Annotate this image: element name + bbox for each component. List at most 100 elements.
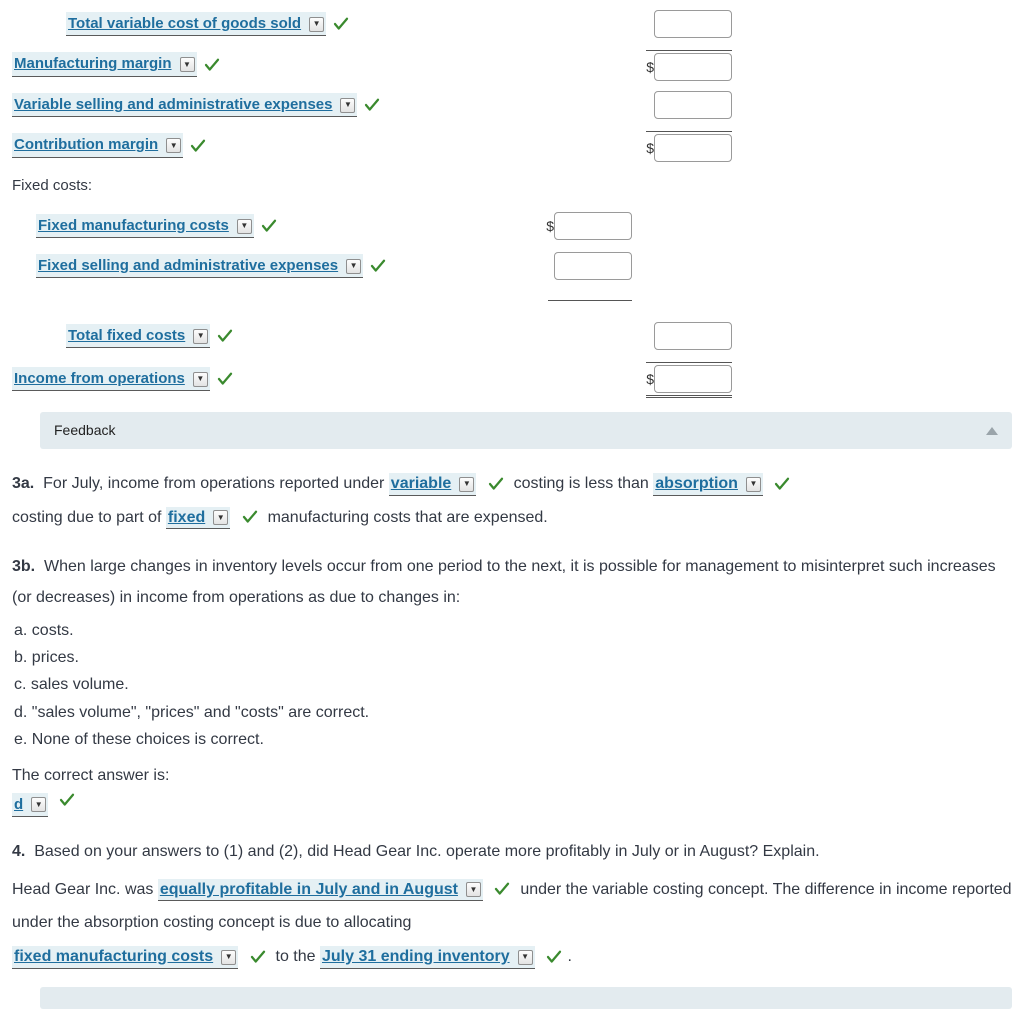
dd-mfg-margin[interactable]: Manufacturing margin ▼	[12, 52, 197, 77]
dd-3a-2[interactable]: absorption▼	[653, 473, 763, 496]
dd-label: Manufacturing margin	[14, 53, 176, 76]
chevron-down-icon: ▼	[237, 219, 252, 234]
dd-3a-1[interactable]: variable▼	[389, 473, 476, 496]
chevron-down-icon: ▼	[746, 477, 761, 492]
check-icon	[203, 56, 221, 74]
chevron-down-icon: ▼	[166, 138, 181, 153]
q4-t4: .	[568, 948, 572, 965]
amt-fixed-mfg[interactable]	[554, 212, 632, 240]
q3a-t4: manufacturing costs that are expensed.	[268, 509, 548, 526]
check-icon	[216, 370, 234, 388]
dollar-sign: $	[646, 57, 654, 78]
chevron-down-icon: ▼	[221, 950, 236, 965]
feedback-label: Feedback	[54, 420, 115, 441]
check-icon	[216, 327, 234, 345]
dd-income-ops[interactable]: Income from operations ▼	[12, 367, 210, 392]
row-contribution-margin: Contribution margin ▼ $	[12, 129, 1012, 162]
check-icon	[369, 257, 387, 275]
check-icon	[487, 475, 505, 493]
row-fixed-heading: Fixed costs:	[12, 170, 1012, 202]
q3a-t3: costing due to part of	[12, 509, 161, 526]
q3b-prefix: 3b.	[12, 558, 35, 575]
dd-label: Contribution margin	[14, 134, 162, 157]
row-fixed-sell-admin: Fixed selling and administrative expense…	[12, 250, 1012, 282]
dd-fixed-mfg-costs[interactable]: Fixed manufacturing costs ▼	[36, 214, 254, 239]
chevron-down-icon: ▼	[340, 98, 355, 113]
q3b-opt-c: c. sales volume.	[14, 671, 1012, 698]
dd-label: Fixed manufacturing costs	[38, 215, 233, 238]
chevron-down-icon: ▼	[193, 372, 208, 387]
row-total-var-cogs: Total variable cost of goods sold ▼	[12, 8, 1012, 40]
collapse-icon	[986, 427, 998, 435]
amt-mfg-margin[interactable]	[654, 53, 732, 81]
chevron-down-icon: ▼	[518, 950, 533, 965]
chevron-down-icon: ▼	[309, 17, 324, 32]
income-statement-table: Total variable cost of goods sold ▼ Manu…	[12, 8, 1012, 398]
dd-label: Variable selling and administrative expe…	[14, 94, 336, 117]
check-icon	[189, 137, 207, 155]
chevron-down-icon: ▼	[346, 259, 361, 274]
amt-total-fixed[interactable]	[654, 322, 732, 350]
q3a-t2: costing is less than	[514, 475, 649, 492]
amt-var-sell-admin[interactable]	[654, 91, 732, 119]
row-fixed-mfg-costs: Fixed manufacturing costs ▼ $	[12, 210, 1012, 242]
chevron-down-icon: ▼	[213, 510, 228, 525]
q4-t1: Head Gear Inc. was	[12, 881, 153, 898]
amt-fixed-sell-admin[interactable]	[554, 252, 632, 280]
q3b-options: a. costs. b. prices. c. sales volume. d.…	[14, 617, 1012, 753]
dd-total-var-cogs[interactable]: Total variable cost of goods sold ▼	[66, 12, 326, 37]
dollar-sign: $	[546, 216, 554, 237]
dd-4-1[interactable]: equally profitable in July and in August…	[158, 879, 483, 902]
q3b-opt-a: a. costs.	[14, 617, 1012, 644]
amt-total-var-cogs[interactable]	[654, 10, 732, 38]
dd-3a-3[interactable]: fixed▼	[166, 507, 230, 530]
q3b-opt-e: e. None of these choices is correct.	[14, 726, 1012, 753]
q3a-prefix: 3a.	[12, 475, 34, 492]
check-icon	[332, 15, 350, 33]
q3b-opt-d: d. "sales volume", "prices" and "costs" …	[14, 699, 1012, 726]
q3b-opt-b: b. prices.	[14, 644, 1012, 671]
q4-t3: to the	[276, 948, 316, 965]
q3b-prompt: When large changes in inventory levels o…	[12, 558, 996, 605]
check-icon	[363, 96, 381, 114]
check-icon	[773, 475, 791, 493]
dd-3b-answer[interactable]: d▼	[12, 793, 48, 818]
amt-income-ops[interactable]	[654, 365, 732, 393]
chevron-down-icon: ▼	[193, 329, 208, 344]
feedback-bar[interactable]: Feedback	[40, 412, 1012, 449]
check-icon	[493, 880, 511, 898]
q3b-answer-label: The correct answer is:	[12, 759, 1012, 793]
q4-prompt: Based on your answers to (1) and (2), di…	[34, 843, 819, 860]
check-icon	[249, 948, 267, 966]
row-var-sell-admin: Variable selling and administrative expe…	[12, 89, 1012, 121]
dd-total-fixed[interactable]: Total fixed costs ▼	[66, 324, 210, 349]
dd-label: Total fixed costs	[68, 325, 189, 348]
chevron-down-icon: ▼	[466, 882, 481, 897]
row-mfg-margin: Manufacturing margin ▼ $	[12, 48, 1012, 81]
dollar-sign: $	[646, 138, 654, 159]
amt-contribution-margin[interactable]	[654, 134, 732, 162]
row-income-ops: Income from operations ▼ $	[12, 360, 1012, 398]
question-4: 4. Based on your answers to (1) and (2),…	[12, 835, 1012, 869]
dd-label: Fixed selling and administrative expense…	[38, 255, 342, 278]
q3a-t1: For July, income from operations reporte…	[43, 475, 384, 492]
check-icon	[545, 948, 563, 966]
check-icon	[58, 791, 76, 809]
dollar-sign: $	[646, 369, 654, 390]
dd-label: Income from operations	[14, 368, 189, 391]
question-3a: 3a. For July, income from operations rep…	[12, 467, 1012, 534]
row-total-fixed: Total fixed costs ▼	[12, 320, 1012, 352]
check-icon	[241, 508, 259, 526]
dd-4-2[interactable]: fixed manufacturing costs▼	[12, 946, 238, 969]
bottom-feedback-bar[interactable]	[40, 987, 1012, 1009]
chevron-down-icon: ▼	[459, 477, 474, 492]
question-3b: 3b. When large changes in inventory leve…	[12, 552, 1012, 613]
dd-fixed-sell-admin[interactable]: Fixed selling and administrative expense…	[36, 254, 363, 279]
q4-prefix: 4.	[12, 843, 25, 860]
fixed-costs-heading: Fixed costs:	[12, 175, 92, 198]
dd-4-3[interactable]: July 31 ending inventory▼	[320, 946, 535, 969]
dd-var-sell-admin[interactable]: Variable selling and administrative expe…	[12, 93, 357, 118]
dd-label: Total variable cost of goods sold	[68, 13, 305, 36]
dd-contribution-margin[interactable]: Contribution margin ▼	[12, 133, 183, 158]
chevron-down-icon: ▼	[31, 797, 46, 812]
